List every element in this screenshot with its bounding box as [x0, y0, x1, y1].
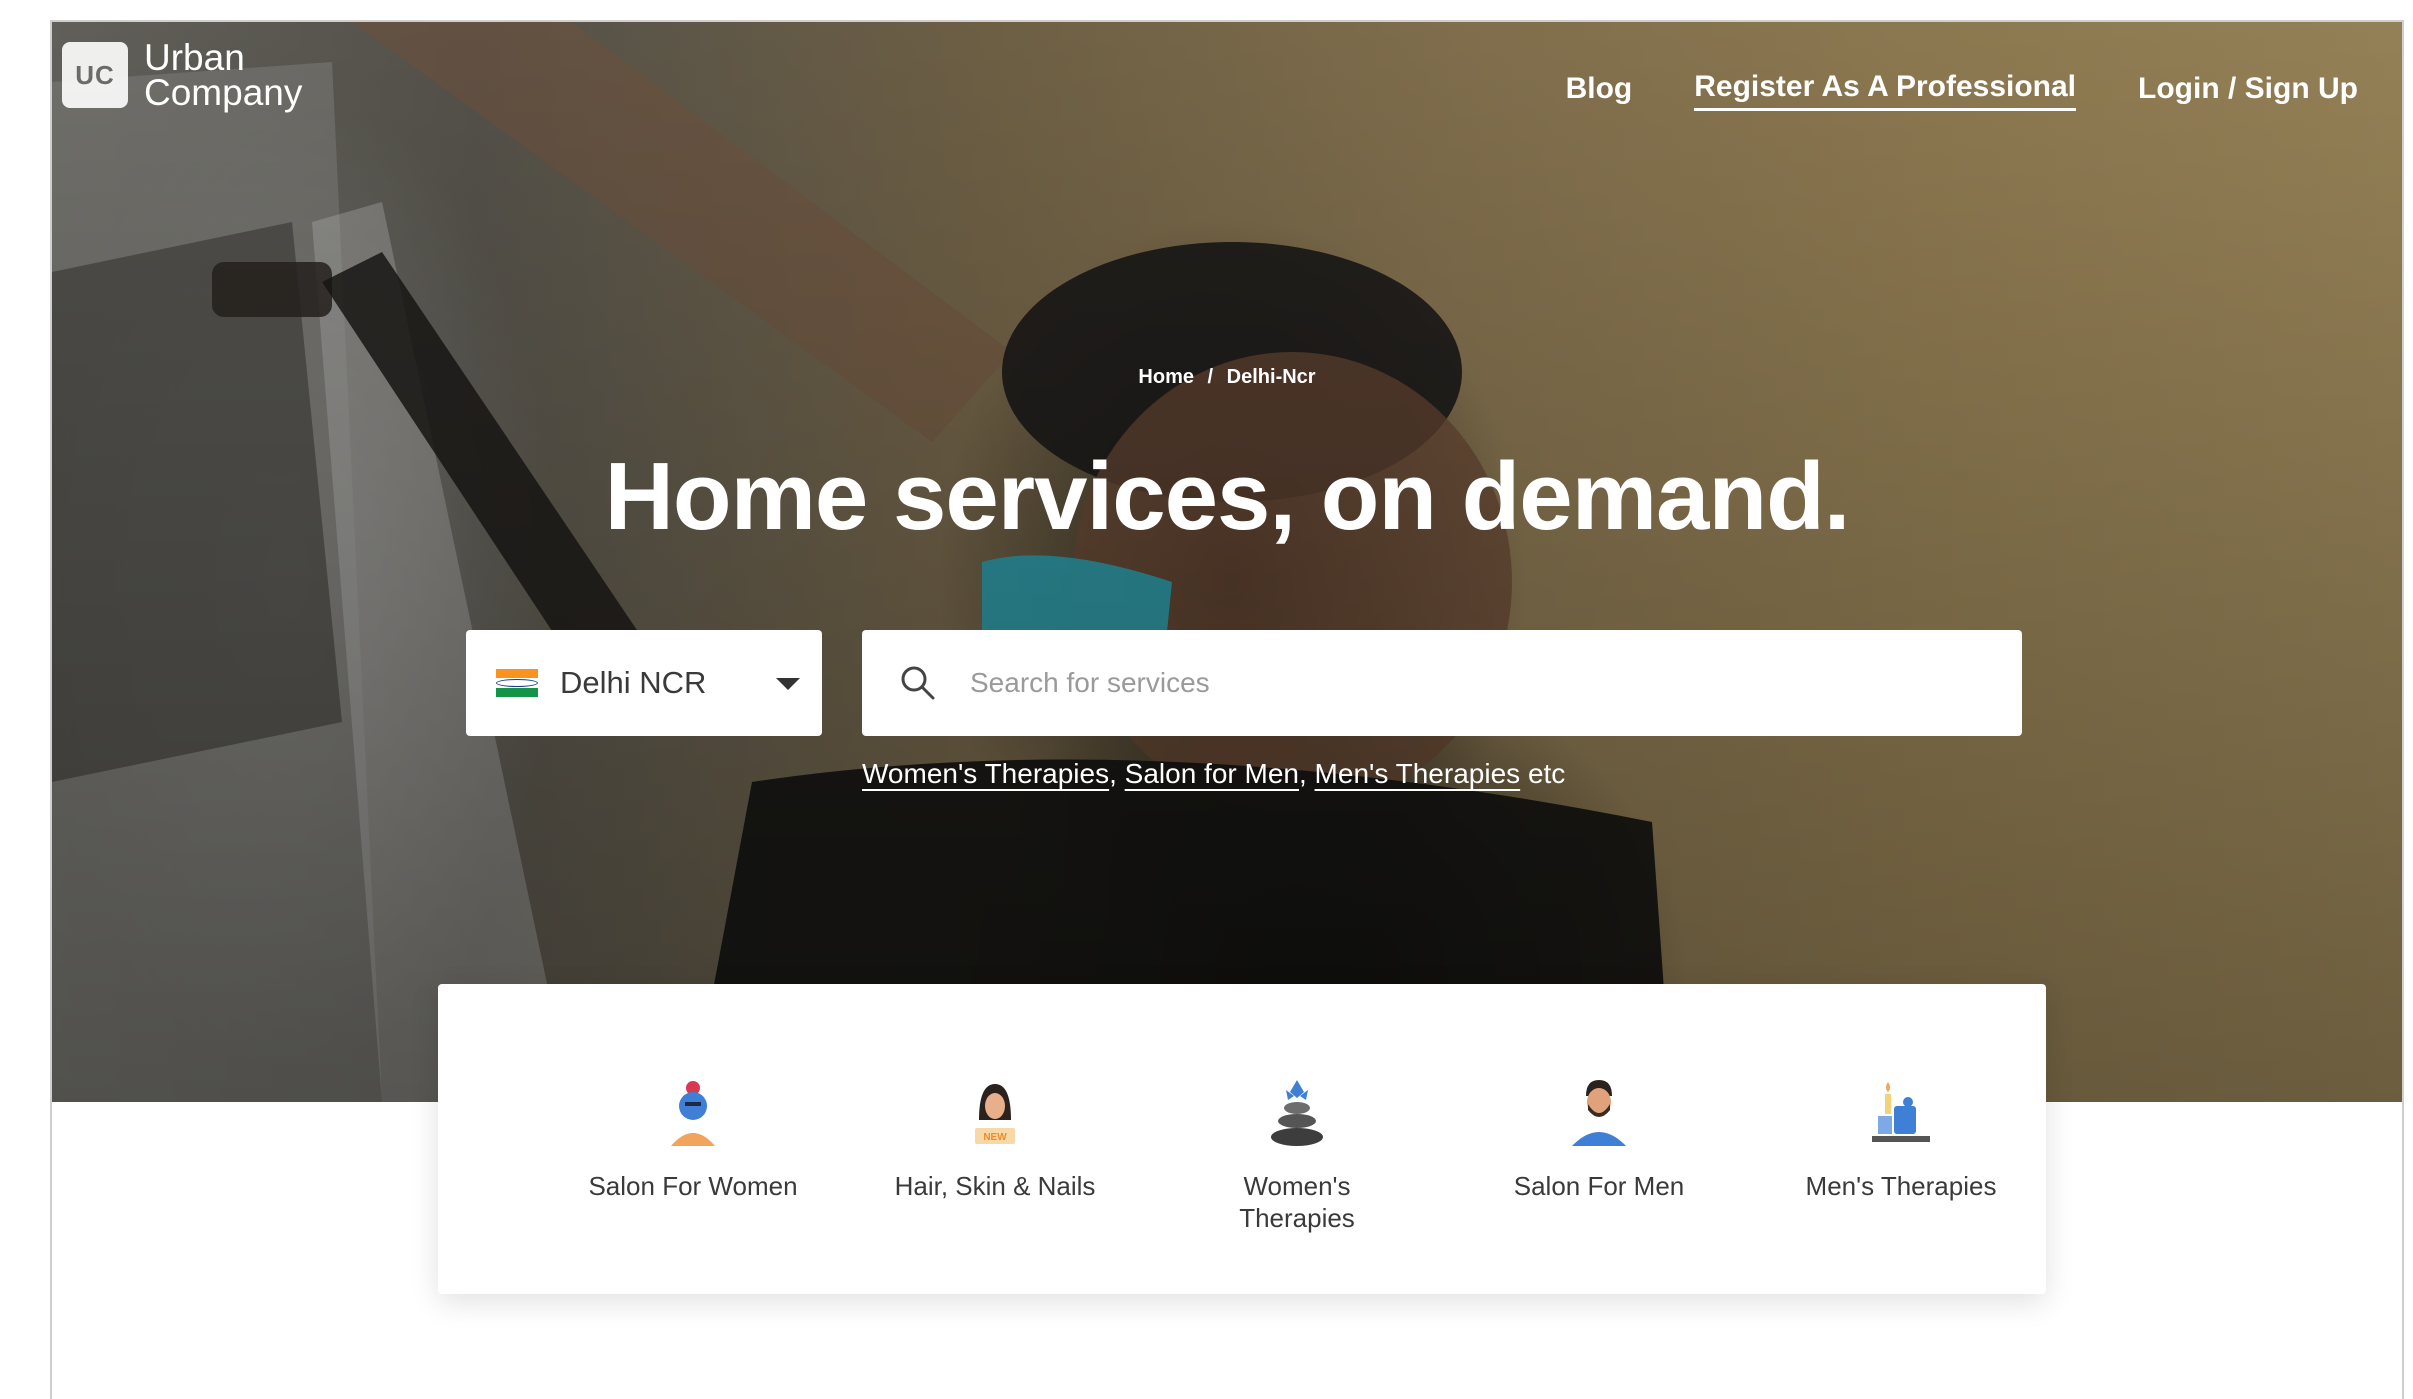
brand-name-line2: Company [144, 72, 303, 113]
india-flag-icon [496, 669, 538, 697]
search-icon [901, 666, 935, 700]
hero-overlay [52, 22, 2402, 1102]
suggestions-suffix: etc [1527, 758, 1566, 789]
chevron-down-icon [776, 678, 800, 690]
brand-name: Urban Company [144, 37, 303, 113]
suggestion-link-mens-therapies[interactable]: Men's Therapies [1315, 758, 1521, 789]
category-label: Hair, Skin & Nails [894, 1171, 1096, 1201]
category-label-line1: Women's [1243, 1171, 1351, 1201]
city-selector-value: Delhi NCR [560, 665, 707, 700]
spa-stones-icon [1271, 1080, 1323, 1146]
category-hair-skin-nails[interactable]: NEW Hair, Skin & Nails [865, 1076, 1125, 1202]
massage-candle-icon [1872, 1082, 1930, 1142]
breadcrumb: Home / Delhi-Ncr [52, 366, 2402, 389]
woman-facial-icon [671, 1081, 715, 1146]
new-badge: NEW [983, 1132, 1007, 1143]
category-label: Women's Therapies [1167, 1170, 1427, 1234]
man-beard-icon [1572, 1080, 1626, 1146]
top-nav: Blog Register As A Professional Login / … [1566, 70, 2358, 111]
uc-logo-mark: UC [62, 42, 128, 108]
breadcrumb-current: Delhi-Ncr [1226, 366, 1316, 388]
suggestion-link-salon-for-men[interactable]: Salon for Men [1125, 758, 1299, 789]
nav-blog-link[interactable]: Blog [1566, 72, 1633, 110]
category-salon-for-women[interactable]: Salon For Women [563, 1076, 823, 1202]
nav-login-link[interactable]: Login / Sign Up [2138, 72, 2358, 110]
nav-register-link[interactable]: Register As A Professional [1694, 70, 2077, 111]
category-label-line2: Therapies [1239, 1203, 1355, 1233]
urban-company-logo[interactable]: UC Urban Company [62, 37, 303, 113]
category-label: Men's Therapies [1805, 1171, 1997, 1201]
search-box[interactable] [862, 630, 2022, 736]
category-salon-for-men[interactable]: Salon For Men [1469, 1076, 1729, 1202]
breadcrumb-home[interactable]: Home [1138, 366, 1194, 388]
hero-banner: UC Urban Company Blog Register As A Prof… [52, 22, 2402, 1102]
brand-name-line1: Urban [144, 37, 245, 78]
search-input[interactable] [970, 667, 1970, 699]
suggestion-link-womens-therapies[interactable]: Women's Therapies [862, 758, 1109, 789]
category-label: Salon For Women [588, 1171, 798, 1201]
category-mens-therapies[interactable]: Men's Therapies [1771, 1076, 2031, 1202]
page-title: Home services, on demand. [604, 443, 1851, 550]
category-womens-therapies[interactable]: Women's Therapies [1167, 1076, 1427, 1234]
search-suggestions: Women's Therapies, Salon for Men, Men's … [862, 758, 1566, 789]
category-panel: Salon For Women NEW Hair, Skin & Nails W [438, 984, 2046, 1294]
browser-viewport: UC Urban Company Blog Register As A Prof… [50, 20, 2404, 1399]
breadcrumb-separator: / [1207, 366, 1214, 388]
woman-new-icon: NEW [975, 1084, 1015, 1144]
city-selector[interactable]: Delhi NCR [466, 630, 822, 736]
category-label: Salon For Men [1513, 1171, 1685, 1201]
